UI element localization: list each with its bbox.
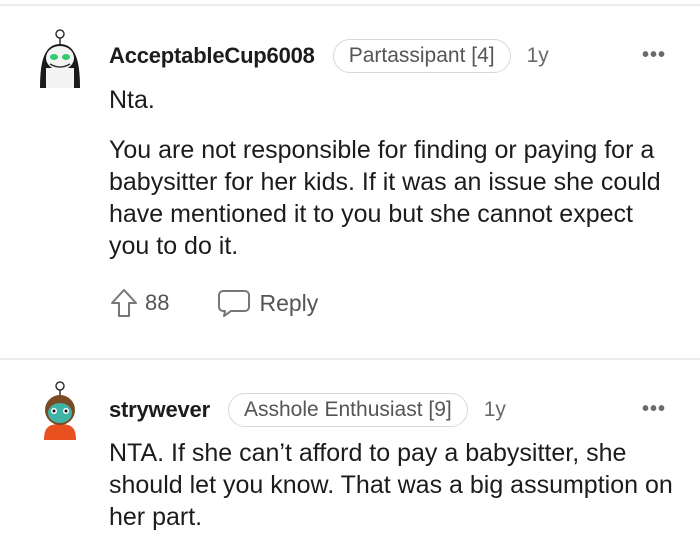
- username[interactable]: AcceptableCup6008: [109, 43, 315, 69]
- user-avatar-icon: [44, 381, 76, 440]
- avatar[interactable]: [36, 380, 84, 442]
- comment-body: Nta. You are not responsible for finding…: [109, 84, 679, 262]
- reply-button[interactable]: Reply: [217, 288, 318, 318]
- comment: AcceptableCup6008 Partassipant [4] 1y ••…: [0, 0, 700, 356]
- comment-actions: 88 Reply: [109, 287, 318, 319]
- comment-paragraph: Nta.: [109, 86, 155, 114]
- user-flair: Partassipant [4]: [332, 39, 511, 73]
- comment-body: NTA. If she can’t afford to pay a babysi…: [109, 437, 679, 533]
- upvote-arrow-icon[interactable]: [109, 287, 139, 319]
- comment-age: 1y: [526, 44, 549, 67]
- comment-header: AcceptableCup6008 Partassipant [4] 1y: [109, 38, 549, 74]
- comment: strywever Asshole Enthusiast [9] 1y ••• …: [0, 360, 700, 559]
- avatar[interactable]: [36, 28, 84, 90]
- user-avatar-icon: [40, 29, 80, 88]
- comment-paragraph: You are not responsible for finding or p…: [109, 136, 661, 260]
- vote-control: 88: [109, 287, 169, 319]
- vote-count: 88: [145, 290, 170, 315]
- user-flair: Asshole Enthusiast [9]: [227, 393, 468, 427]
- speech-bubble-icon: [218, 290, 251, 317]
- comment-paragraph: NTA. If she can’t afford to pay a babysi…: [109, 439, 673, 531]
- comment-header: strywever Asshole Enthusiast [9] 1y: [109, 392, 506, 428]
- more-options-icon[interactable]: •••: [642, 44, 666, 67]
- more-options-icon[interactable]: •••: [642, 398, 666, 421]
- comment-age: 1y: [483, 398, 506, 421]
- username[interactable]: strywever: [109, 397, 210, 423]
- reply-label: Reply: [259, 289, 319, 316]
